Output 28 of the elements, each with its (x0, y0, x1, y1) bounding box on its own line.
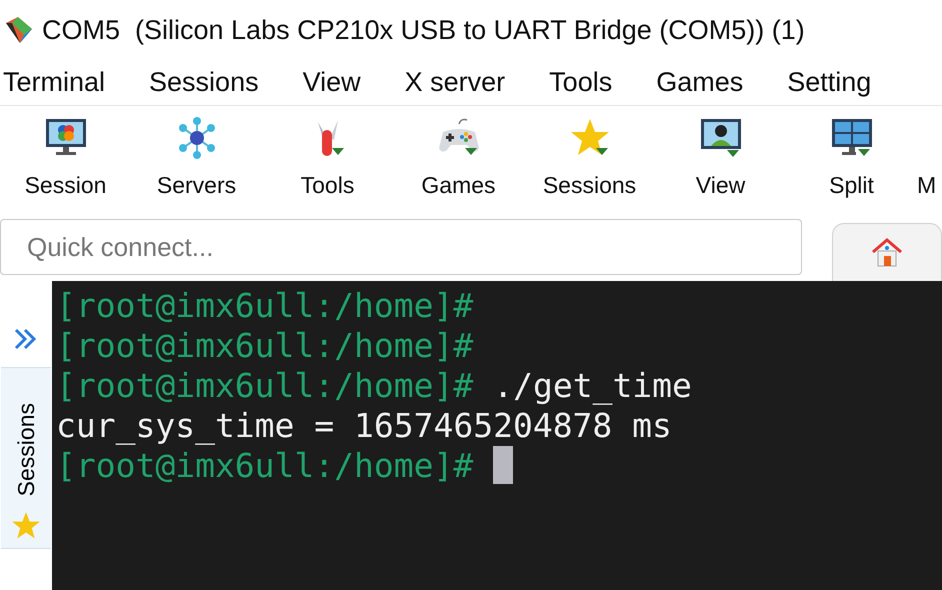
toolbar-button[interactable]: M (917, 112, 936, 203)
quick-connect-field[interactable]: Quick connect... (0, 219, 802, 275)
menu-item[interactable]: Terminal (3, 67, 106, 98)
menu-item[interactable]: Tools (549, 67, 612, 98)
shell-prompt: [root@imx6ull:/home]# (56, 326, 474, 364)
shell-prompt: [root@imx6ull:/home]# (56, 286, 474, 324)
toolbar-button[interactable]: Sessions (524, 112, 655, 203)
side-tab-label: Sessions (13, 402, 39, 496)
shell-prompt: [root@imx6ull:/home]# (56, 366, 474, 404)
toolbar-button[interactable]: Session (0, 112, 131, 203)
home-tab[interactable] (832, 223, 942, 281)
toolbar-button[interactable]: View (655, 112, 786, 203)
menu-item[interactable]: X server (404, 67, 506, 98)
toolbar-button[interactable]: Split (786, 112, 917, 203)
menu-item[interactable]: Sessions (149, 67, 259, 98)
menu-item[interactable]: Setting (787, 67, 872, 98)
toolbar-button[interactable]: Games (393, 112, 524, 203)
window-title: COM5 (Silicon Labs CP210x USB to UART Bridge (COM5)) (1) (42, 14, 805, 46)
sessions-side-tab[interactable]: Sessions (1, 367, 51, 549)
toolbar-button[interactable]: Servers (131, 112, 262, 203)
app-logo-icon (4, 15, 34, 45)
menu-item[interactable]: View (302, 67, 361, 98)
shell-command: ./get_time (493, 366, 692, 404)
menu-item[interactable]: Games (656, 67, 744, 98)
toolbar-button[interactable]: Tools (262, 112, 393, 203)
home-icon (870, 236, 904, 270)
command-output: cur_sys_time = 1657465204878 ms (56, 406, 672, 444)
shell-prompt: [root@imx6ull:/home]# (56, 446, 474, 484)
